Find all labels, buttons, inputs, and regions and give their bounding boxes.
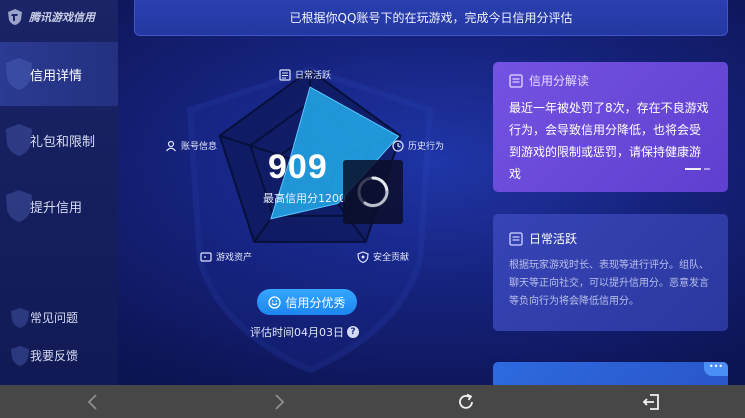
shield-deco-icon (11, 308, 29, 328)
radar-axis-label: 游戏资产 (216, 253, 253, 263)
app-logo: 腾讯游戏信用 (6, 8, 95, 26)
sidebar-item-label: 礼包和限制 (30, 134, 96, 150)
daily-activity-card[interactable]: 日常活跃 根据玩家游戏时长、表现等进行评分。组队、聊天等正向社交，可以提升信用分… (493, 214, 728, 331)
loading-spinner (343, 160, 403, 224)
more-icon: ••• (704, 362, 728, 376)
card-body: 最近一年被处罚了8次，存在不良游戏行为，会导致信用分降低，也将会受到游戏的限制或… (509, 101, 709, 181)
sidebar-item-label: 提升信用 (30, 200, 83, 216)
sidebar-item-label: 常见问题 (30, 310, 79, 325)
radar-axis-assets: 游戏资产 (200, 250, 252, 263)
refresh-icon[interactable] (455, 391, 477, 413)
radar-axis-daily-activity: 日常活跃 (279, 68, 331, 81)
pager-dot (704, 168, 710, 170)
card-body: 根据玩家游戏时长、表现等进行评分。组队、聊天等正向社交，可以提升信用分。恶意发言… (509, 260, 709, 307)
sidebar-item-improve-credit[interactable]: 提升信用 (0, 174, 118, 238)
back-arrow-icon[interactable] (82, 391, 104, 413)
card-pager (685, 168, 710, 170)
radar-axis-account: 账号信息 (165, 139, 217, 152)
sidebar-item-gifts-restrictions[interactable]: 礼包和限制 (0, 108, 118, 172)
shield-icon (357, 250, 369, 263)
credit-interpretation-card[interactable]: 信用分解读 最近一年被处罚了8次，存在不良游戏行为，会导致信用分降低，也将会受到… (493, 62, 728, 192)
document-icon (509, 231, 523, 246)
sidebar: 腾讯游戏信用 信用详情 礼包和限制 提升信用 常见问题 我要反馈 (0, 0, 118, 385)
grade-label: 信用分优秀 (285, 295, 346, 310)
help-icon[interactable]: ? (347, 326, 359, 338)
sidebar-item-feedback[interactable]: 我要反馈 (0, 341, 118, 369)
logo-icon (8, 9, 22, 25)
sidebar-item-faq[interactable]: 常见问题 (0, 303, 118, 331)
sidebar-item-label: 我要反馈 (30, 348, 79, 363)
user-icon (166, 140, 176, 151)
card-title: 信用分解读 (529, 74, 590, 88)
next-card-partial[interactable]: ••• (493, 362, 728, 385)
forward-arrow-icon[interactable] (268, 391, 290, 413)
radar-axis-label: 账号信息 (181, 142, 218, 152)
radar-axis-history: 历史行为 (392, 139, 444, 152)
pager-dot-active (685, 168, 701, 170)
evaluation-time: 评估时间04月03日 ? (250, 324, 359, 340)
document-icon (509, 73, 523, 88)
card-title: 日常活跃 (529, 232, 578, 246)
radar-axis-label: 日常活跃 (295, 71, 332, 81)
max-score-label: 最高信用分1200 (263, 192, 346, 205)
radar-axis-label: 历史行为 (408, 142, 445, 152)
logo-text: 腾讯游戏信用 (29, 11, 95, 24)
app-screen: 腾讯游戏信用 信用详情 礼包和限制 提升信用 常见问题 我要反馈 已根据你QQ账… (0, 0, 745, 385)
radar-axis-label: 安全贡献 (373, 253, 410, 263)
eval-time-label: 评估时间04月03日 (250, 326, 344, 339)
system-navigation-bar (0, 385, 745, 418)
credit-grade-button[interactable]: 信用分优秀 (257, 289, 357, 315)
clock-icon (392, 139, 404, 152)
sidebar-item-credit-details[interactable]: 信用详情 (0, 42, 118, 106)
exit-icon[interactable] (641, 391, 663, 413)
credit-score-value: 909 (268, 148, 328, 186)
sidebar-item-label: 信用详情 (30, 68, 83, 84)
radar-axis-security: 安全贡献 (357, 250, 409, 263)
card-header: 信用分解读 (509, 72, 712, 89)
card-header: 日常活跃 (509, 230, 712, 247)
document-icon (279, 68, 291, 81)
assessment-banner: 已根据你QQ账号下的在玩游戏，完成今日信用分评估 (134, 0, 728, 36)
banner-text: 已根据你QQ账号下的在玩游戏，完成今日信用分评估 (289, 11, 573, 25)
shield-deco-icon (11, 346, 29, 366)
wallet-icon (200, 251, 212, 262)
spinner-icon (357, 176, 389, 208)
smile-icon (268, 295, 282, 309)
